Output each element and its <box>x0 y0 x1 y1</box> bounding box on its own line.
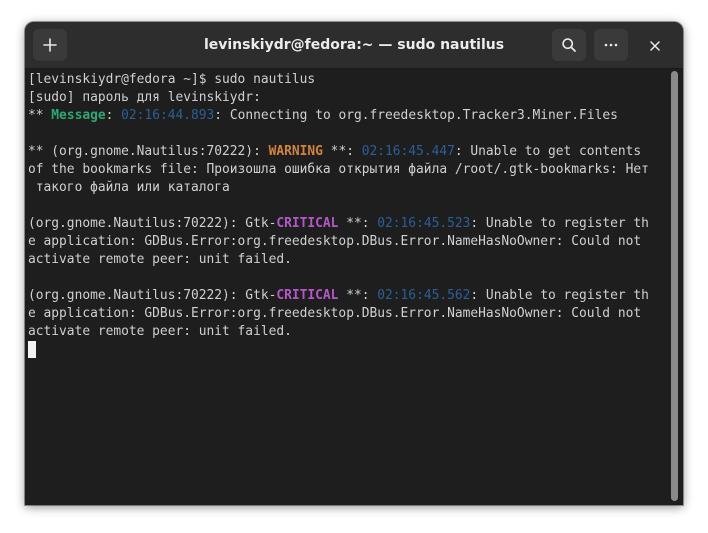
close-icon <box>650 41 660 51</box>
log-level: CRITICAL <box>276 288 339 303</box>
timestamp: 02:16:45.523 <box>377 216 471 231</box>
line-text: ** (org.gnome.Nautilus:70222): <box>28 144 269 159</box>
line-text: : Unable to get contents <box>454 144 642 159</box>
text-cursor <box>28 341 36 358</box>
terminal-line: e application: GDBus.Error:org.freedeskt… <box>28 305 668 323</box>
terminal-window: levinskiydr@fedora:~ — sudo nautilus [le… <box>25 22 683 505</box>
line-text: такого файла или каталога <box>28 180 230 195</box>
line-text: [levinskiydr@fedora ~]$ sudo nautilus <box>28 72 316 87</box>
log-level: CRITICAL <box>276 216 339 231</box>
line-text: e application: GDBus.Error:org.freedeskt… <box>28 234 642 249</box>
line-text: : Unable to register th <box>470 216 649 231</box>
line-text: ** <box>28 108 52 123</box>
terminal-line: activate remote peer: unit failed. <box>28 323 668 341</box>
terminal-line: [levinskiydr@fedora ~]$ sudo nautilus <box>28 71 668 89</box>
line-text: activate remote peer: unit failed. <box>28 252 292 267</box>
terminal-line: activate remote peer: unit failed. <box>28 251 668 269</box>
ellipsis-icon <box>604 43 618 47</box>
prompt-line <box>28 341 668 359</box>
search-icon <box>562 38 576 52</box>
scrollbar-thumb[interactable] <box>671 71 678 501</box>
timestamp: 02:16:44.893 <box>121 108 215 123</box>
log-level: WARNING <box>268 144 323 159</box>
search-button[interactable] <box>552 29 586 61</box>
terminal-line: такого файла или каталога <box>28 179 668 197</box>
main-menu-button[interactable] <box>594 29 628 61</box>
line-text: **: <box>338 288 378 303</box>
line-text: e application: GDBus.Error:org.freedeskt… <box>28 306 642 321</box>
terminal-line: ** Message: 02:16:44.893: Connecting to … <box>28 107 668 125</box>
terminal-output: [levinskiydr@fedora ~]$ sudo nautilus [su… <box>28 71 668 359</box>
timestamp: 02:16:45.447 <box>361 144 455 159</box>
timestamp: 02:16:45.562 <box>377 288 471 303</box>
terminal-line: e application: GDBus.Error:org.freedeskt… <box>28 233 668 251</box>
line-text: : Connecting to org.freedesktop.Tracker3… <box>214 108 618 123</box>
terminal-line: (org.gnome.Nautilus:70222): Gtk-CRITICAL… <box>28 287 668 305</box>
line-text: (org.gnome.Nautilus:70222): Gtk- <box>28 288 277 303</box>
close-button[interactable] <box>643 34 667 58</box>
terminal-line: [sudo] пароль для levinskiydr: <box>28 89 668 107</box>
terminal-line: ** (org.gnome.Nautilus:70222): WARNING *… <box>28 143 668 161</box>
window-title: levinskiydr@fedora:~ — sudo nautilus <box>203 37 505 53</box>
new-tab-button[interactable] <box>33 29 67 61</box>
line-text: of the bookmarks file: Произошла ошибка … <box>28 162 649 177</box>
terminal-view[interactable]: [levinskiydr@fedora ~]$ sudo nautilus [su… <box>25 69 683 505</box>
line-text: (org.gnome.Nautilus:70222): Gtk- <box>28 216 277 231</box>
line-text: [sudo] пароль для levinskiydr: <box>28 90 261 105</box>
line-text: : Unable to register th <box>470 288 649 303</box>
log-level: Message <box>51 108 106 123</box>
scrollbar[interactable] <box>669 71 681 503</box>
line-text: : <box>105 108 122 123</box>
line-text: activate remote peer: unit failed. <box>28 324 292 339</box>
terminal-line: (org.gnome.Nautilus:70222): Gtk-CRITICAL… <box>28 215 668 233</box>
header-bar: levinskiydr@fedora:~ — sudo nautilus <box>25 22 683 69</box>
plus-icon <box>43 38 57 52</box>
line-text: **: <box>322 144 362 159</box>
terminal-line: of the bookmarks file: Произошла ошибка … <box>28 161 668 179</box>
line-text: **: <box>338 216 378 231</box>
